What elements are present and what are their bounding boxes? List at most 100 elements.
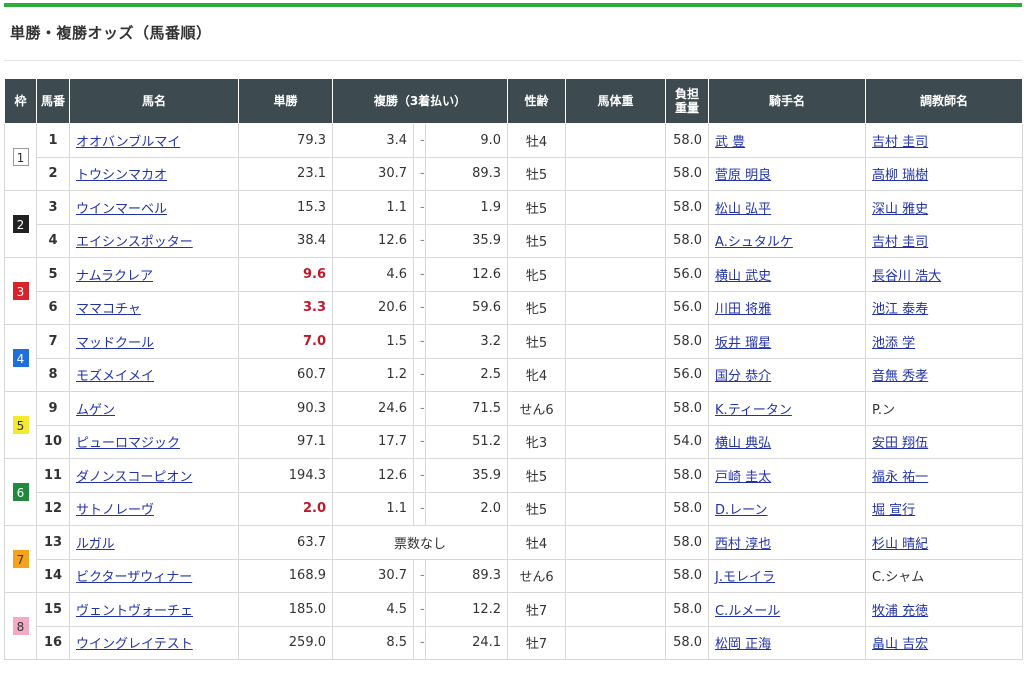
horse-name-cell: ムゲン	[69, 391, 239, 426]
sex-age: 牝4	[507, 357, 567, 392]
burden-weight: 58.0	[665, 190, 710, 225]
trainer-link[interactable]: 吉村 圭司	[872, 235, 928, 250]
jockey-link[interactable]: D.レーン	[715, 503, 768, 518]
trainer-link[interactable]: 牧浦 充徳	[872, 604, 928, 619]
trainer-link[interactable]: 杉山 晴紀	[872, 537, 928, 552]
trainer-link[interactable]: 池添 学	[872, 336, 915, 351]
horse-number: 11	[36, 458, 70, 493]
win-odds: 15.3	[238, 190, 333, 225]
horse-name-link[interactable]: オオバンブルマイ	[76, 135, 180, 150]
place-odds-max: 89.3	[424, 156, 509, 191]
horse-name-link[interactable]: ママコチャ	[76, 302, 141, 317]
trainer-link[interactable]: 畠山 吉宏	[872, 637, 928, 652]
jockey-link[interactable]: 川田 将雅	[715, 302, 771, 317]
place-odds-min: 3.4	[332, 123, 414, 158]
jockey-link[interactable]: 西村 淳也	[715, 537, 771, 552]
table-row: 16 ウイングレイテスト 259.0 8.5-24.1 牡7 58.0 松岡 正海 畠山 吉宏	[5, 625, 1024, 660]
jockey-link[interactable]: C.ルメール	[715, 604, 780, 619]
trainer-link[interactable]: 吉村 圭司	[872, 135, 928, 150]
trainer-link[interactable]: 高柳 瑞樹	[872, 168, 928, 183]
jockey-link[interactable]: J.モレイラ	[715, 570, 775, 585]
header-body-weight: 馬体重	[565, 78, 667, 124]
trainer-link[interactable]: 池江 泰寿	[872, 302, 928, 317]
header-burden: 負担 重量	[665, 78, 710, 124]
horse-number: 6	[36, 290, 70, 325]
body-weight	[565, 324, 667, 359]
horse-name-link[interactable]: ダノンスコーピオン	[76, 470, 192, 485]
jockey-link[interactable]: 戸崎 圭太	[715, 470, 771, 485]
trainer-link[interactable]: 堀 宣行	[872, 503, 915, 518]
sex-age: せん6	[507, 558, 567, 593]
jockey-cell: 川田 将雅	[708, 290, 867, 325]
horse-name-link[interactable]: ビクターザウィナー	[76, 570, 192, 585]
win-odds: 7.0	[238, 324, 333, 359]
place-odds-max: 3.2	[424, 324, 509, 359]
jockey-link[interactable]: 菅原 明良	[715, 168, 771, 183]
sex-age: 牝3	[507, 424, 567, 459]
waku-cell: 7	[4, 525, 37, 593]
header-horse: 馬名	[69, 78, 239, 124]
burden-weight: 58.0	[665, 156, 710, 191]
horse-name-link[interactable]: トウシンマカオ	[76, 168, 167, 183]
jockey-link[interactable]: 松山 弘平	[715, 202, 771, 217]
header-sex-age: 性齢	[507, 78, 567, 124]
place-odds-min: 1.1	[332, 491, 414, 526]
trainer-cell: 杉山 晴紀	[865, 525, 1024, 560]
horse-name-link[interactable]: ムゲン	[76, 403, 115, 418]
trainer-link[interactable]: 深山 雅史	[872, 202, 928, 217]
place-odds-separator: -	[413, 156, 426, 191]
trainer-cell: 長谷川 浩大	[865, 257, 1024, 292]
trainer-link[interactable]: 音無 秀孝	[872, 369, 928, 384]
burden-weight: 58.0	[665, 558, 710, 593]
jockey-link[interactable]: 国分 恭介	[715, 369, 771, 384]
horse-number: 1	[36, 123, 70, 158]
horse-name-link[interactable]: ウイングレイテスト	[76, 637, 193, 652]
jockey-link[interactable]: 武 豊	[715, 135, 745, 150]
table-row: 4 7 マッドクール 7.0 1.5-3.2 牡5 58.0 坂井 瑠星 池添 学	[4, 324, 1024, 392]
horse-name-link[interactable]: エイシンスポッター	[76, 235, 193, 250]
horse-name-link[interactable]: モズメイメイ	[76, 369, 154, 384]
burden-weight: 58.0	[665, 391, 710, 426]
body-weight	[565, 223, 667, 258]
jockey-cell: 武 豊	[708, 123, 867, 158]
trainer-link[interactable]: 長谷川 浩大	[872, 269, 941, 284]
horse-number: 2	[36, 156, 70, 191]
horse-number: 12	[36, 491, 70, 526]
jockey-link[interactable]: 横山 典弘	[715, 436, 771, 451]
horse-name-link[interactable]: ルガル	[76, 537, 115, 552]
horse-name-link[interactable]: ナムラクレア	[76, 269, 153, 284]
place-odds-separator: -	[413, 257, 426, 292]
jockey-link[interactable]: 松岡 正海	[715, 637, 771, 652]
jockey-link[interactable]: A.シュタルケ	[715, 235, 793, 250]
horse-name-cell: ナムラクレア	[69, 257, 239, 292]
place-odds-min: 1.1	[332, 190, 414, 225]
place-odds-separator: -	[413, 324, 426, 359]
place-odds-separator: -	[413, 458, 426, 493]
trainer-cell: 牧浦 充徳	[865, 592, 1024, 627]
place-odds-min: 12.6	[332, 458, 414, 493]
horse-name-link[interactable]: マッドクール	[76, 336, 154, 351]
jockey-link[interactable]: 坂井 瑠星	[715, 336, 771, 351]
header-place: 複勝（3着払い）	[331, 78, 509, 124]
trainer-link[interactable]: 安田 翔伍	[872, 436, 928, 451]
horse-name-link[interactable]: サトノレーヴ	[76, 503, 154, 518]
header-jockey: 騎手名	[708, 78, 867, 124]
horse-number: 10	[36, 424, 70, 459]
jockey-link[interactable]: K.ティータン	[715, 403, 792, 418]
jockey-link[interactable]: 横山 武史	[715, 269, 771, 284]
trainer-cell: 安田 翔伍	[865, 424, 1024, 459]
horse-name-link[interactable]: ヴェントヴォーチェ	[76, 604, 193, 619]
place-odds-max: 51.2	[424, 424, 509, 459]
table-row: 7 13 ルガル 63.7 票数なし 牡4 58.0 西村 淳也 杉山 晴紀	[4, 525, 1024, 593]
table-row: 2 トウシンマカオ 23.1 30.7-89.3 牡5 58.0 菅原 明良 高柳 瑞樹	[5, 156, 1024, 191]
burden-weight: 58.0	[665, 324, 710, 359]
place-odds-max: 12.6	[424, 257, 509, 292]
table-row: 5 9 ムゲン 90.3 24.6-71.5 せん6 58.0 K.ティータン P.ン	[4, 391, 1024, 459]
place-odds-none: 票数なし	[331, 525, 509, 560]
trainer-link[interactable]: 福永 祐一	[872, 470, 928, 485]
place-odds-separator: -	[413, 357, 426, 392]
horse-name-link[interactable]: ピューロマジック	[76, 436, 180, 451]
horse-name-cell: モズメイメイ	[69, 357, 239, 392]
horse-name-link[interactable]: ウインマーベル	[76, 202, 167, 217]
win-odds: 38.4	[238, 223, 333, 258]
